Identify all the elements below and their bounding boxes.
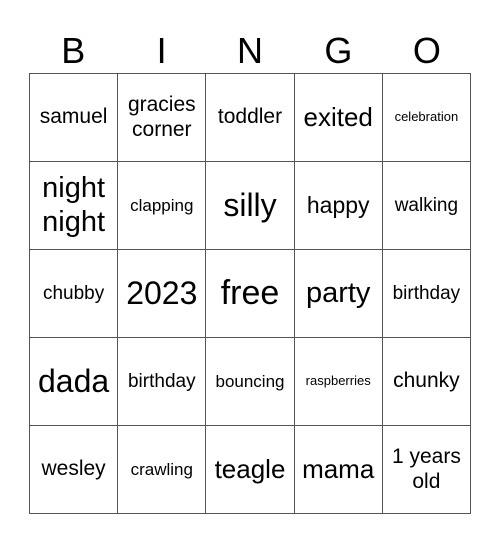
bingo-cell: raspberries: [294, 338, 383, 426]
bingo-cell: bouncing: [206, 338, 295, 426]
bingo-cell: 1 years old: [382, 426, 471, 514]
bingo-cell: silly: [206, 162, 295, 250]
bingo-cell: dada: [30, 338, 119, 426]
bingo-cell: chunky: [382, 338, 471, 426]
bingo-cell: party: [294, 250, 383, 338]
bingo-cell: walking: [382, 162, 471, 250]
bingo-cell: mama: [294, 426, 383, 514]
bingo-cell: chubby: [30, 250, 119, 338]
bingo-cell: birthday: [382, 250, 471, 338]
bingo-cell: gracies corner: [118, 74, 207, 162]
header-letter-n: N: [237, 30, 264, 71]
bingo-cell: toddler: [206, 74, 295, 162]
bingo-cell: 2023: [118, 250, 207, 338]
header-letter-i: I: [156, 30, 167, 71]
bingo-cell: crawling: [118, 426, 207, 514]
bingo-cell: exited: [294, 74, 383, 162]
header-letter-o: O: [412, 30, 441, 71]
bingo-cell: clapping: [118, 162, 207, 250]
bingo-cell: celebration: [382, 74, 471, 162]
bingo-cell: wesley: [30, 426, 119, 514]
header-letter-g: G: [324, 30, 353, 71]
bingo-cell: teagle: [206, 426, 295, 514]
bingo-grid: samuel gracies corner toddler exited cel…: [29, 73, 471, 514]
bingo-cell free-space: free: [206, 250, 295, 338]
bingo-cell: birthday: [118, 338, 207, 426]
bingo-cell: night night: [30, 162, 119, 250]
bingo-cell: samuel: [30, 74, 119, 162]
header-letter-b: B: [61, 30, 86, 71]
bingo-header: B I N G O: [29, 30, 471, 72]
bingo-cell: happy: [294, 162, 383, 250]
